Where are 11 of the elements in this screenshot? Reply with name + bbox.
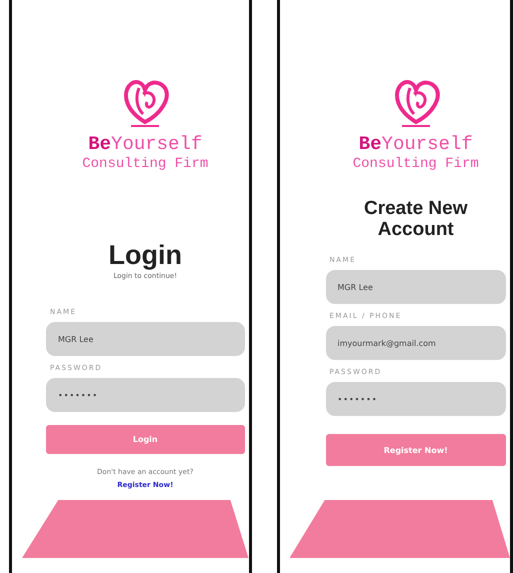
page-heading: Create New Account [363, 198, 468, 240]
input-field[interactable]: ••••••• [326, 382, 506, 416]
brand-name: BeYourself [358, 134, 473, 154]
page-heading: Login [108, 240, 183, 270]
brand-tagline: Consulting Firm [352, 156, 479, 172]
input-field[interactable]: MGR Lee [326, 270, 506, 304]
input-field[interactable]: imyourmark@gmail.com [326, 326, 506, 360]
brand-tagline: Consulting Firm [82, 156, 208, 172]
input-field[interactable]: MGR Lee [46, 322, 244, 356]
input-field[interactable]: ••••••• [46, 378, 244, 412]
brand-name: BeYourself [88, 134, 202, 154]
